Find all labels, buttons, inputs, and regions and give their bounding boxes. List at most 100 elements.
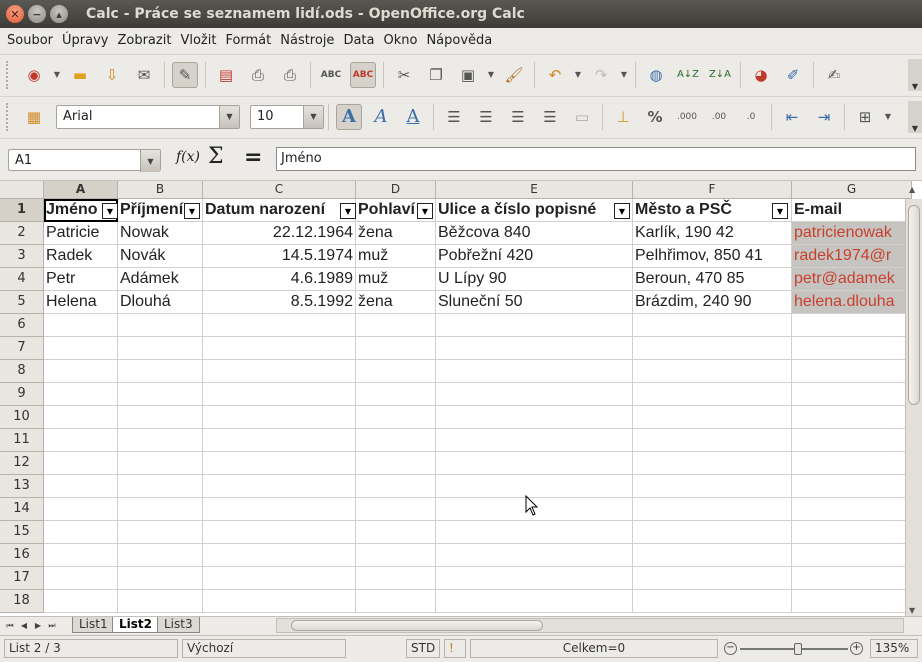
table-cell[interactable]: 14.5.1974 [203, 245, 356, 268]
email-icon[interactable]: ✉ [131, 62, 157, 88]
dropdown-arrow-icon[interactable]: ▼ [51, 62, 63, 88]
cell[interactable] [792, 383, 912, 406]
draw-functions-icon[interactable]: ✐ [780, 62, 806, 88]
zoom-in-icon[interactable]: + [850, 642, 863, 655]
cell[interactable] [792, 314, 912, 337]
table-cell[interactable]: Nowak [118, 222, 203, 245]
table-cell[interactable]: Pelhřimov, 850 41 [633, 245, 792, 268]
cell[interactable] [436, 314, 633, 337]
cell[interactable] [44, 383, 118, 406]
row-header-4[interactable]: 4 [0, 268, 44, 291]
autofilter-dropdown-icon[interactable]: ▼ [614, 203, 630, 219]
table-cell[interactable]: Sluneční 50 [436, 291, 633, 314]
cell[interactable] [792, 475, 912, 498]
cut-icon[interactable]: ✂ [391, 62, 417, 88]
table-cell[interactable]: Karlík, 190 42 [633, 222, 792, 245]
function-wizard-icon[interactable]: f(x) [176, 149, 200, 165]
cell[interactable] [436, 429, 633, 452]
column-header-f[interactable]: F [633, 181, 792, 199]
cell[interactable] [44, 544, 118, 567]
redo-icon[interactable]: ↷ [588, 62, 614, 88]
toolbar-overflow-icon[interactable]: ▼ [908, 101, 922, 133]
table-cell[interactable]: Helena [44, 291, 118, 314]
cell[interactable] [203, 590, 356, 613]
row-header-7[interactable]: 7 [0, 337, 44, 360]
menu-nastroje[interactable]: Nástroje [277, 33, 340, 48]
cell[interactable] [633, 406, 792, 429]
table-cell[interactable]: radek1974@r [792, 245, 912, 268]
cell[interactable] [356, 521, 436, 544]
table-cell[interactable]: žena [356, 222, 436, 245]
cell[interactable] [792, 498, 912, 521]
add-decimal-icon[interactable]: .00 [706, 104, 732, 130]
autofilter-dropdown-icon[interactable]: ▼ [417, 203, 433, 219]
zoom-knob[interactable] [794, 643, 802, 655]
cell[interactable] [633, 475, 792, 498]
align-center-icon[interactable]: ☰ [473, 104, 499, 130]
function-icon[interactable]: = [244, 145, 262, 170]
table-cell[interactable]: Petr [44, 268, 118, 291]
cell[interactable] [633, 383, 792, 406]
cell[interactable] [792, 590, 912, 613]
align-left-icon[interactable]: ☰ [441, 104, 467, 130]
row-header-14[interactable]: 14 [0, 498, 44, 521]
cell[interactable] [203, 406, 356, 429]
cell[interactable] [44, 521, 118, 544]
row-header-6[interactable]: 6 [0, 314, 44, 337]
row-header-10[interactable]: 10 [0, 406, 44, 429]
cell[interactable] [633, 544, 792, 567]
decrease-indent-icon[interactable]: ⇤ [779, 104, 805, 130]
sheet-tab-list3[interactable]: List3 [157, 617, 200, 633]
paste-dropdown-icon[interactable]: ▼ [485, 62, 497, 88]
cell[interactable] [792, 429, 912, 452]
autofilter-dropdown-icon[interactable]: ▼ [772, 203, 788, 219]
table-cell[interactable]: muž [356, 245, 436, 268]
vertical-scrollbar[interactable]: ▲ ▼ [905, 185, 922, 616]
cell[interactable] [356, 498, 436, 521]
cell[interactable] [118, 337, 203, 360]
menu-napoveda[interactable]: Nápověda [423, 33, 498, 48]
cell[interactable] [118, 314, 203, 337]
cell[interactable] [792, 452, 912, 475]
undo-dropdown-icon[interactable]: ▼ [572, 62, 584, 88]
menu-format[interactable]: Formát [222, 33, 277, 48]
font-name-dropdown-icon[interactable]: ▼ [219, 105, 239, 128]
table-cell[interactable]: petr@adamek [792, 268, 912, 291]
cell[interactable] [118, 360, 203, 383]
toolbar-grip[interactable] [6, 60, 12, 89]
last-sheet-icon[interactable]: ⏭ [46, 619, 58, 632]
cell[interactable] [356, 337, 436, 360]
autospellcheck-icon[interactable]: ABC [350, 61, 376, 88]
cell[interactable] [792, 521, 912, 544]
cell[interactable] [44, 360, 118, 383]
name-box-dropdown-icon[interactable]: ▼ [140, 150, 160, 172]
percent-format-icon[interactable]: % [642, 104, 668, 130]
table-header-cell[interactable]: Město a PSČ [633, 199, 792, 222]
cell[interactable] [436, 544, 633, 567]
cell[interactable] [356, 544, 436, 567]
autofilter-dropdown-icon[interactable]: ▼ [102, 203, 118, 219]
cell[interactable] [118, 406, 203, 429]
cell[interactable] [44, 590, 118, 613]
scroll-down-icon[interactable]: ▼ [909, 606, 915, 615]
cell[interactable] [44, 452, 118, 475]
table-cell[interactable]: Novák [118, 245, 203, 268]
scroll-up-icon[interactable]: ▲ [909, 185, 915, 194]
row-header-16[interactable]: 16 [0, 544, 44, 567]
zoom-slider[interactable]: − + [724, 641, 864, 657]
table-cell[interactable]: Pobřežní 420 [436, 245, 633, 268]
cell[interactable] [356, 567, 436, 590]
table-header-cell[interactable]: E-mail [792, 199, 912, 222]
table-header-cell[interactable]: Ulice a číslo popisné [436, 199, 633, 222]
cell[interactable] [118, 498, 203, 521]
table-cell[interactable]: 4.6.1989 [203, 268, 356, 291]
cell[interactable] [356, 314, 436, 337]
cell[interactable] [118, 567, 203, 590]
column-header-c[interactable]: C [203, 181, 356, 199]
row-header-17[interactable]: 17 [0, 567, 44, 590]
menu-upravy[interactable]: Úpravy [59, 33, 114, 48]
row-header-1[interactable]: 1 [0, 199, 44, 222]
cell[interactable] [118, 475, 203, 498]
align-right-icon[interactable]: ☰ [505, 104, 531, 130]
increase-indent-icon[interactable]: ⇥ [811, 104, 837, 130]
